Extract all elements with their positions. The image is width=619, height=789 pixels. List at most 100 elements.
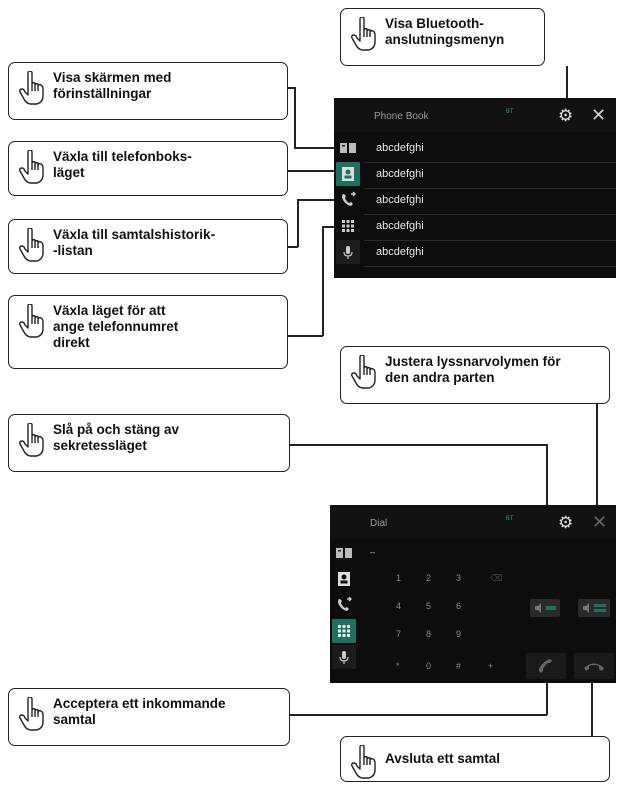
privacy-mode-button[interactable] xyxy=(332,645,356,669)
gear-icon[interactable]: ⚙ xyxy=(558,107,573,124)
volume-icon xyxy=(583,603,606,613)
leader-line xyxy=(566,66,568,102)
keypad-key[interactable]: 4 xyxy=(396,601,401,611)
contact-name: abcdefghi xyxy=(376,220,424,232)
callout-text: Växla till samtalshistorik- -listan xyxy=(53,227,216,258)
leader-line xyxy=(294,87,296,148)
pointing-hand-icon xyxy=(351,17,376,51)
preset-button[interactable] xyxy=(336,136,360,160)
callout-listener-volume: Justera lyssnarvolymen för den andra par… xyxy=(340,346,610,404)
keypad-key[interactable]: # xyxy=(456,661,461,671)
phonebook-button[interactable] xyxy=(332,567,356,591)
screen-title: Phone Book xyxy=(374,111,429,122)
callout-text: Växla till telefonboks- läget xyxy=(53,149,192,180)
microphone-icon xyxy=(343,246,353,259)
call-history-icon xyxy=(338,596,352,611)
call-history-icon xyxy=(342,191,356,206)
callout-end-call: Avsluta ett samtal xyxy=(340,736,610,782)
callout-privacy-mode: Slå på och stäng av sekretessläget xyxy=(8,414,290,472)
callout-accept-call: Acceptera ett inkommande samtal xyxy=(8,688,290,746)
keypad-button[interactable] xyxy=(332,619,356,643)
leader-line xyxy=(591,676,593,736)
leader-line xyxy=(297,199,334,201)
preset-button[interactable] xyxy=(332,541,356,565)
voice-button[interactable] xyxy=(336,240,360,264)
bluetooth-status: BT xyxy=(506,515,514,522)
contact-card-icon xyxy=(342,167,354,181)
contact-card-icon xyxy=(338,572,350,586)
pointing-hand-icon xyxy=(19,71,44,105)
screen-header: Dial BT ⚙ ✕ xyxy=(330,505,616,539)
callout-text: Växla läget för att ange telefonnumret d… xyxy=(53,303,179,350)
end-call-button[interactable] xyxy=(574,653,614,679)
leader-line xyxy=(290,444,547,446)
keypad-key[interactable]: 3 xyxy=(456,573,461,583)
leader-line xyxy=(288,335,323,337)
contact-row[interactable]: abcdefghi xyxy=(364,240,616,267)
callout-text: Justera lyssnarvolymen för den andra par… xyxy=(385,354,561,385)
leader-line xyxy=(297,199,299,247)
callout-direct-dial: Växla läget för att ange telefonnumret d… xyxy=(8,295,288,369)
listener-volume-up-button[interactable] xyxy=(578,599,610,617)
listener-volume-down-button[interactable] xyxy=(530,599,560,617)
callout-presets: Visa skärmen med förinställningar xyxy=(8,62,288,120)
keypad-key[interactable]: * xyxy=(396,661,400,671)
contact-row[interactable]: abcdefghi xyxy=(364,214,616,241)
screen-title: Dial xyxy=(370,518,388,529)
accept-call-button[interactable] xyxy=(526,653,566,679)
bluetooth-status: BT xyxy=(506,108,514,115)
keypad-button[interactable] xyxy=(336,214,360,238)
keypad-key[interactable]: + xyxy=(488,661,493,671)
backspace-key[interactable]: ⌫ xyxy=(490,573,503,584)
contact-row[interactable]: abcdefghi xyxy=(364,162,616,189)
pointing-hand-icon xyxy=(351,745,376,779)
callout-call-history: Växla till samtalshistorik- -listan xyxy=(8,219,288,274)
keypad-key[interactable]: 2 xyxy=(426,573,431,583)
phone-hangup-icon xyxy=(584,663,604,671)
callout-text: Avsluta ett samtal xyxy=(385,751,501,766)
keypad-key[interactable]: 7 xyxy=(396,629,401,639)
leader-line xyxy=(322,226,324,336)
dial-screen: Dial BT ⚙ ✕ – 1 2 3 ⌫ 4 5 6 7 8 9 * 0 # … xyxy=(330,505,616,683)
call-history-button[interactable] xyxy=(332,593,356,617)
callout-text: Visa skärmen med förinställningar xyxy=(53,70,172,101)
contact-name: abcdefghi xyxy=(376,168,424,180)
close-icon[interactable]: ✕ xyxy=(591,106,606,124)
callout-text: Visa Bluetooth- anslutningsmenyn xyxy=(385,16,505,47)
leader-line xyxy=(288,170,334,172)
callout-bluetooth-menu: Visa Bluetooth- anslutningsmenyn xyxy=(340,8,545,66)
number-display: – xyxy=(370,547,376,557)
pointing-hand-icon xyxy=(19,697,44,731)
volume-icon xyxy=(535,603,556,613)
close-icon[interactable]: ✕ xyxy=(592,513,607,531)
callout-text: Slå på och stäng av sekretessläget xyxy=(53,422,180,453)
leader-line xyxy=(294,147,334,149)
keypad-key[interactable]: 0 xyxy=(426,661,431,671)
pointing-hand-icon xyxy=(19,304,44,338)
contact-name: abcdefghi xyxy=(376,142,424,154)
call-history-button[interactable] xyxy=(336,188,360,212)
pointing-hand-icon xyxy=(351,355,376,389)
callout-text: Acceptera ett inkommande samtal xyxy=(53,696,226,727)
phonebook-screen: Phone Book BT ⚙ ✕ abcdefghi abcdefghi ab… xyxy=(334,98,616,278)
keypad-key[interactable]: 9 xyxy=(456,629,461,639)
phone-answer-icon xyxy=(539,659,552,673)
contact-name: abcdefghi xyxy=(376,194,424,206)
contact-name: abcdefghi xyxy=(376,246,424,258)
pointing-hand-icon xyxy=(19,150,44,184)
gear-icon[interactable]: ⚙ xyxy=(558,514,573,531)
keypad-key[interactable]: 8 xyxy=(426,629,431,639)
keypad-key[interactable]: 5 xyxy=(426,601,431,611)
pointing-hand-icon xyxy=(19,228,44,262)
preset-book-icon xyxy=(340,143,356,153)
screen-header: Phone Book BT ⚙ ✕ xyxy=(334,98,616,132)
contact-row[interactable]: abcdefghi xyxy=(364,136,616,163)
phonebook-button[interactable] xyxy=(336,162,360,186)
keypad-key[interactable]: 1 xyxy=(396,573,401,583)
keypad-icon xyxy=(342,220,354,232)
leader-line xyxy=(322,226,334,228)
callout-phonebook-mode: Växla till telefonboks- läget xyxy=(8,141,288,196)
pointing-hand-icon xyxy=(19,423,44,457)
contact-row[interactable]: abcdefghi xyxy=(364,188,616,215)
keypad-key[interactable]: 6 xyxy=(456,601,461,611)
